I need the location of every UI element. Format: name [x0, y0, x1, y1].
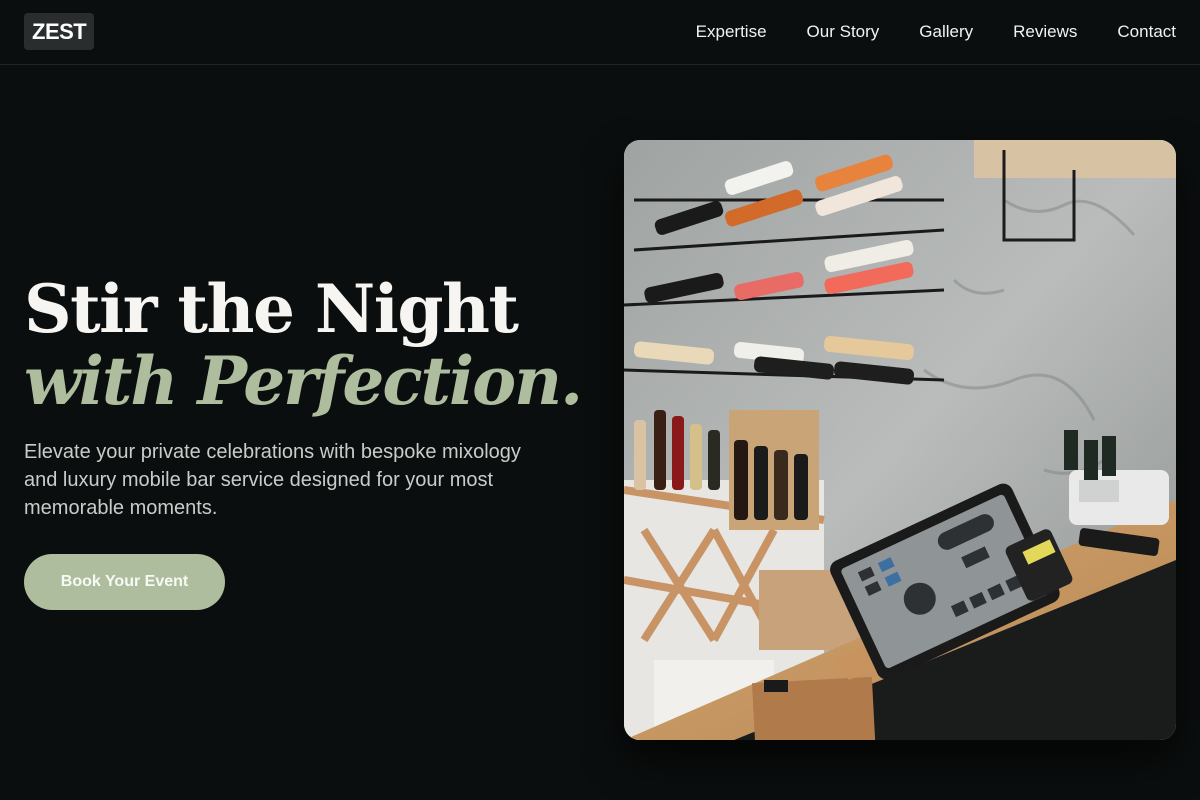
site-header: ZEST Expertise Our Story Gallery Reviews… [0, 0, 1200, 65]
nav-link-contact[interactable]: Contact [1117, 22, 1176, 42]
book-event-button[interactable]: Book Your Event [24, 554, 225, 610]
nav-link-expertise[interactable]: Expertise [696, 22, 767, 42]
nav-link-our-story[interactable]: Our Story [807, 22, 880, 42]
hero-heading: Stir the Night with Perfection. [24, 270, 584, 414]
hero-section: Stir the Night with Perfection. Elevate … [24, 270, 584, 522]
logo[interactable]: ZEST [24, 13, 95, 50]
hero-title-line-1: Stir the Night [24, 270, 519, 348]
hero-title-line-2: with Perfection. [24, 342, 583, 420]
hero-image [624, 140, 1176, 740]
main-nav: Expertise Our Story Gallery Reviews Cont… [696, 0, 1176, 64]
hero-subtitle: Elevate your private celebrations with b… [24, 441, 521, 519]
bar-photo-illustration [624, 140, 1176, 740]
nav-link-gallery[interactable]: Gallery [919, 22, 973, 42]
nav-link-reviews[interactable]: Reviews [1013, 22, 1077, 42]
